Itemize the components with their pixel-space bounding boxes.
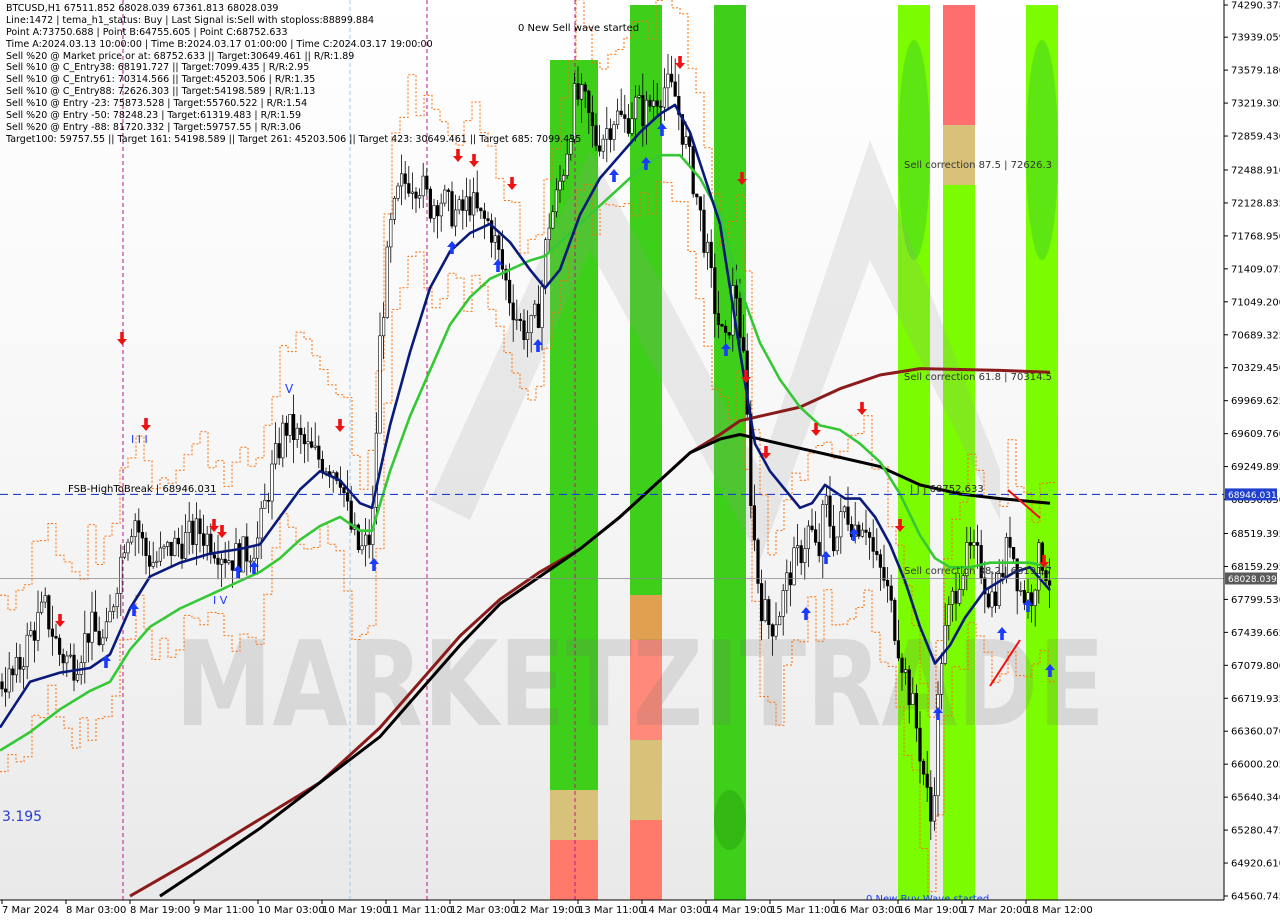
x-tick-label: 16 Mar 03:00	[834, 905, 901, 916]
info-line: Sell %20 @ Entry -50: 78248.23 | Target:…	[6, 110, 302, 122]
x-tick-label: 16 Mar 19:00	[898, 905, 965, 916]
x-tick-label: 8 Mar 03:00	[66, 905, 126, 916]
y-tick-label: 70689.325	[1231, 330, 1280, 341]
y-tick-label: 73939.059	[1231, 33, 1280, 44]
left-value-label: 3.195	[2, 809, 42, 825]
info-line: BTCUSD,H1 67511.852 68028.039 67361.813 …	[6, 3, 279, 14]
y-tick-label: 66719.935	[1231, 694, 1280, 705]
y-tick-label: 67439.665	[1231, 628, 1280, 639]
watermark-text: MARKETZITRADE	[175, 615, 1105, 753]
y-tick-label: 64920.610	[1231, 859, 1280, 870]
candle	[385, 240, 389, 319]
x-tick-label: 14 Mar 19:00	[706, 905, 773, 916]
sell-correction-61-label: Sell correction 61.8 | 70314.5	[904, 372, 1052, 383]
info-line: Point A:73750.688 | Point B:64755.605 | …	[6, 26, 288, 38]
x-tick-label: 18 Mar 12:00	[1026, 905, 1093, 916]
y-tick-label: 69609.760	[1231, 429, 1280, 440]
x-tick-label: 8 Mar 19:00	[130, 905, 190, 916]
time-axis: 7 Mar 2024 8 Mar 03:00 8 Mar 19:00 9 Mar 11…	[0, 899, 1280, 920]
x-tick-label: 11 Mar 11:00	[386, 905, 453, 916]
y-tick-label: 69249.895	[1231, 462, 1280, 473]
x-tick-label: 9 Mar 11:00	[194, 905, 254, 916]
x-tick-label: 12 Mar 03:00	[450, 905, 517, 916]
fsb-label: FSB-HighToBreak | 68946.031	[68, 484, 217, 495]
info-line: Sell %20 @ Entry -88: 81720.332 | Target…	[6, 121, 302, 133]
wave-v-label: V	[285, 382, 294, 396]
y-tick-label: 66360.070	[1231, 727, 1280, 738]
x-tick-label: 15 Mar 11:00	[770, 905, 837, 916]
point-c-label: | | | 68752.633	[910, 484, 984, 495]
svg-text:68946.031: 68946.031	[1228, 491, 1277, 501]
zone-bright	[898, 5, 930, 900]
info-line: Sell %10 @ C_Entry38: 68191.727 || Targe…	[6, 62, 310, 74]
zone-bright	[1026, 5, 1058, 900]
fsb-price-badge: 68946.031	[1225, 488, 1277, 501]
x-tick-label: 12 Mar 19:00	[514, 905, 581, 916]
info-line: Sell %20 @ Market price or at: 68752.633…	[6, 50, 355, 62]
wave-iv-label: I V	[213, 594, 228, 607]
x-tick-label: 10 Mar 03:00	[258, 905, 325, 916]
y-tick-label: 68159.295	[1231, 562, 1280, 573]
y-tick-label: 72128.835	[1231, 198, 1280, 209]
y-tick-label: 70329.450	[1231, 363, 1280, 374]
y-tick-label: 71409.075	[1231, 264, 1280, 275]
price-axis: 74290.378 73939.059 73579.180 73219.305 7285…	[1223, 0, 1280, 920]
info-line: Sell %10 @ C_Entry61: 70314.566 || Targe…	[6, 74, 316, 86]
candle	[428, 186, 433, 223]
y-tick-label: 66000.205	[1231, 760, 1280, 771]
y-tick-label: 65640.340	[1231, 793, 1280, 804]
y-tick-label: 65280.475	[1231, 826, 1280, 837]
y-tick-label: 73219.305	[1231, 99, 1280, 110]
svg-text:68028.039: 68028.039	[1228, 575, 1277, 585]
y-tick-label: 72859.430	[1231, 132, 1280, 143]
sell-correction-38-label: Sell correction 38.2 | 68191.7	[904, 566, 1052, 577]
y-tick-label: 69969.625	[1231, 396, 1280, 407]
y-tick-label: 74290.378	[1231, 1, 1280, 12]
x-tick-label: 7 Mar 2024	[2, 905, 59, 916]
y-tick-label: 67799.530	[1231, 595, 1280, 606]
y-tick-label: 71768.950	[1231, 231, 1280, 242]
x-tick-label: 13 Mar 11:00	[578, 905, 645, 916]
sell-correction-87-label: Sell correction 87.5 | 72626.3	[904, 160, 1052, 171]
info-line: Time A:2024.03.13 10:00:00 | Time B:2024…	[6, 38, 433, 50]
info-panel: BTCUSD,H1 67511.852 68028.039 67361.813 …	[6, 3, 581, 146]
info-line: Sell %10 @ Entry -23: 75873.528 | Target…	[6, 98, 308, 110]
y-tick-label: 72488.910	[1231, 166, 1280, 177]
y-tick-label: 68519.395	[1231, 529, 1280, 540]
y-tick-label: 73579.180	[1231, 66, 1280, 77]
y-tick-label: 71049.200	[1231, 297, 1280, 308]
wave-iii-label: I I I	[131, 433, 148, 446]
info-line: Sell %10 @ C_Entry88: 72626.303 || Targe…	[6, 86, 316, 98]
current-price-badge: 68028.039	[1225, 572, 1277, 585]
info-line: Target100: 59757.55 || Target 161: 54198…	[6, 133, 582, 145]
candle	[893, 597, 897, 645]
x-tick-label: 10 Mar 19:00	[322, 905, 389, 916]
candle	[241, 536, 245, 573]
info-line: Line:1472 | tema_h1_status: Buy | Last S…	[6, 14, 375, 26]
x-tick-label: 17 Mar 20:00	[962, 905, 1029, 916]
y-tick-label: 67079.800	[1231, 661, 1280, 672]
x-tick-label: 14 Mar 03:00	[642, 905, 709, 916]
candle	[720, 323, 724, 327]
